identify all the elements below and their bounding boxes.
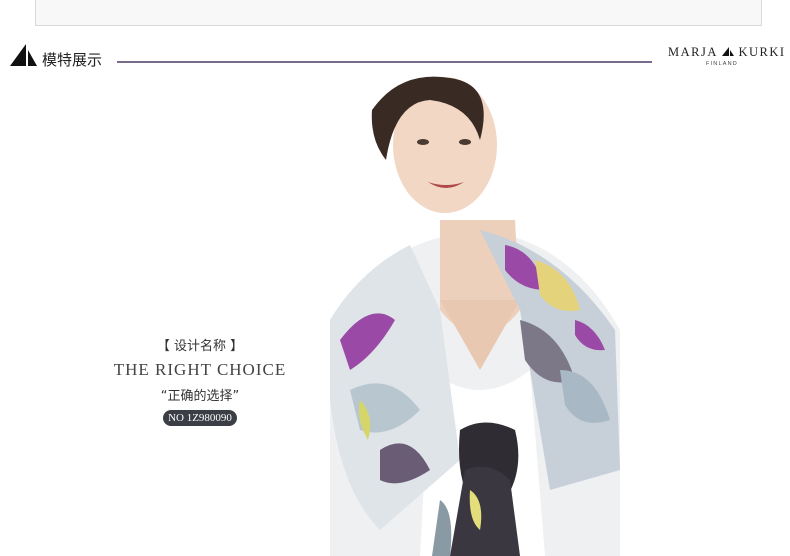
divider	[117, 61, 652, 63]
design-info: 【 设计名称 】 THE RIGHT CHOICE “正确的选择” NO 1Z9…	[100, 338, 300, 426]
design-label: 【 设计名称 】	[156, 339, 244, 354]
design-number-badge: NO 1Z980090	[163, 410, 237, 426]
sail-icon	[10, 44, 37, 66]
design-subtitle: “正确的选择”	[160, 389, 240, 404]
brand-logo: MARJA KURKI FINLAND	[668, 45, 784, 69]
top-panel	[35, 0, 762, 26]
brand-name: MARJA KURKI	[668, 45, 786, 59]
section-title: 模特展示	[42, 51, 103, 69]
brand-subtitle: FINLAND	[706, 61, 738, 67]
brand-sail-icon	[721, 47, 734, 56]
design-name: THE RIGHT CHOICE	[113, 360, 287, 379]
model-photo	[330, 76, 620, 556]
